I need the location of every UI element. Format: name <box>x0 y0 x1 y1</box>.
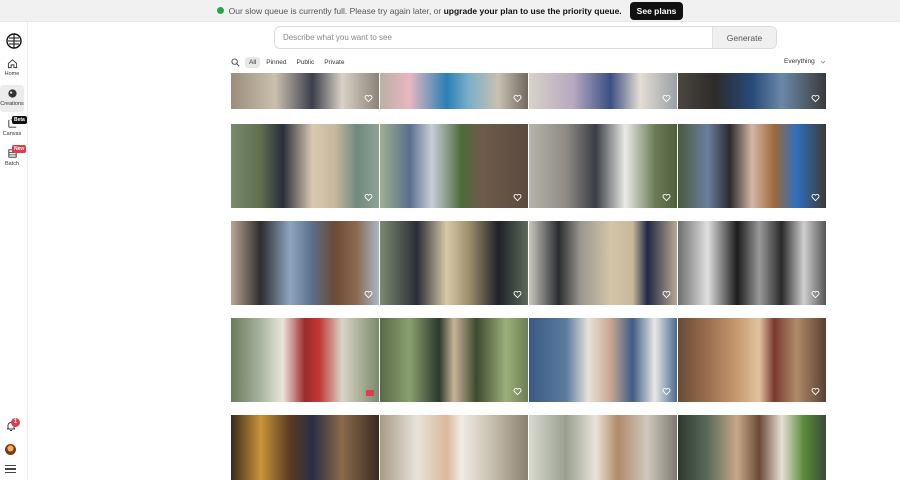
queue-banner: Our slow queue is currently full. Please… <box>0 0 900 22</box>
heart-icon[interactable] <box>364 94 373 103</box>
heart-icon[interactable] <box>513 290 522 299</box>
heart-icon[interactable] <box>662 193 671 202</box>
notification-count-badge: 1 <box>11 418 20 427</box>
sidebar: Home Creations Beta Canvas New Batch 1 <box>0 22 28 480</box>
gallery-tile[interactable] <box>380 318 528 402</box>
home-icon <box>7 59 17 69</box>
sidebar-item-label: Creations <box>0 101 24 107</box>
gallery-tile[interactable] <box>678 318 826 402</box>
status-dot-icon <box>216 7 224 14</box>
gallery-tile[interactable] <box>231 415 379 480</box>
heart-icon[interactable] <box>662 387 671 396</box>
heart-icon[interactable] <box>513 94 522 103</box>
heart-icon[interactable] <box>513 387 522 396</box>
gallery-tile[interactable] <box>380 415 528 480</box>
sidebar-item-label: Home <box>4 71 20 77</box>
gallery-tile[interactable] <box>529 124 677 208</box>
sidebar-item-canvas[interactable]: Beta Canvas <box>0 116 27 137</box>
heart-icon[interactable] <box>513 193 522 202</box>
tab-pinned[interactable]: Pinned <box>262 57 290 68</box>
gallery-tile[interactable] <box>231 318 379 402</box>
avatar[interactable] <box>5 444 16 455</box>
gallery-row <box>231 124 826 208</box>
chevron-down-icon <box>820 60 826 64</box>
heart-icon[interactable] <box>364 193 373 202</box>
gallery-tile[interactable] <box>231 124 379 208</box>
gallery-tile[interactable] <box>529 415 677 480</box>
filter-bar: All Pinned Public Private <box>231 55 350 69</box>
scope-dropdown[interactable]: Everything <box>784 58 826 65</box>
sidebar-item-label: Batch <box>4 161 20 167</box>
creations-gallery <box>231 73 826 480</box>
pinned-marker-icon[interactable] <box>366 390 374 396</box>
gallery-tile[interactable] <box>231 73 379 109</box>
heart-icon[interactable] <box>811 290 820 299</box>
prompt-input[interactable] <box>275 27 712 48</box>
banner-text: Our slow queue is currently full. Please… <box>228 5 442 16</box>
gallery-tile[interactable] <box>678 415 826 480</box>
heart-icon[interactable] <box>811 387 820 396</box>
tab-public[interactable]: Public <box>292 57 318 68</box>
heart-icon[interactable] <box>811 193 820 202</box>
scope-dropdown-value: Everything <box>784 58 815 65</box>
gallery-row <box>231 318 826 402</box>
sidebar-item-home[interactable]: Home <box>0 58 24 77</box>
gallery-tile[interactable] <box>678 221 826 305</box>
sidebar-item-creations[interactable]: Creations <box>0 85 24 112</box>
heart-icon[interactable] <box>662 290 671 299</box>
see-plans-button[interactable]: See plans <box>629 1 684 20</box>
gallery-tile[interactable] <box>529 73 677 109</box>
gallery-row <box>231 73 826 109</box>
gallery-tile[interactable] <box>231 221 379 305</box>
prompt-bar: Generate <box>274 26 777 49</box>
hamburger-menu-icon[interactable] <box>5 465 16 475</box>
app-logo-icon[interactable] <box>5 32 23 50</box>
gallery-tile[interactable] <box>678 124 826 208</box>
gallery-tile[interactable] <box>678 73 826 109</box>
upgrade-link[interactable]: upgrade your plan to use the priority qu… <box>444 6 622 16</box>
gallery-tile[interactable] <box>380 221 528 305</box>
heart-icon[interactable] <box>811 94 820 103</box>
gallery-tile[interactable] <box>380 124 528 208</box>
heart-icon[interactable] <box>364 290 373 299</box>
gallery-tile[interactable] <box>529 221 677 305</box>
sidebar-item-label: Canvas <box>2 131 22 137</box>
gallery-row <box>231 221 826 305</box>
tab-all[interactable]: All <box>245 56 261 68</box>
heart-icon[interactable] <box>662 94 671 103</box>
new-badge: New <box>12 145 27 153</box>
tab-private[interactable]: Private <box>320 57 348 68</box>
beta-badge: Beta <box>12 116 27 124</box>
search-icon[interactable] <box>231 57 240 67</box>
gallery-row <box>231 415 826 480</box>
generate-button[interactable]: Generate <box>712 27 776 48</box>
gallery-tile[interactable] <box>529 318 677 402</box>
gallery-tile[interactable] <box>380 73 528 109</box>
creations-icon <box>7 89 17 98</box>
sidebar-item-batch[interactable]: New Batch <box>0 145 27 167</box>
